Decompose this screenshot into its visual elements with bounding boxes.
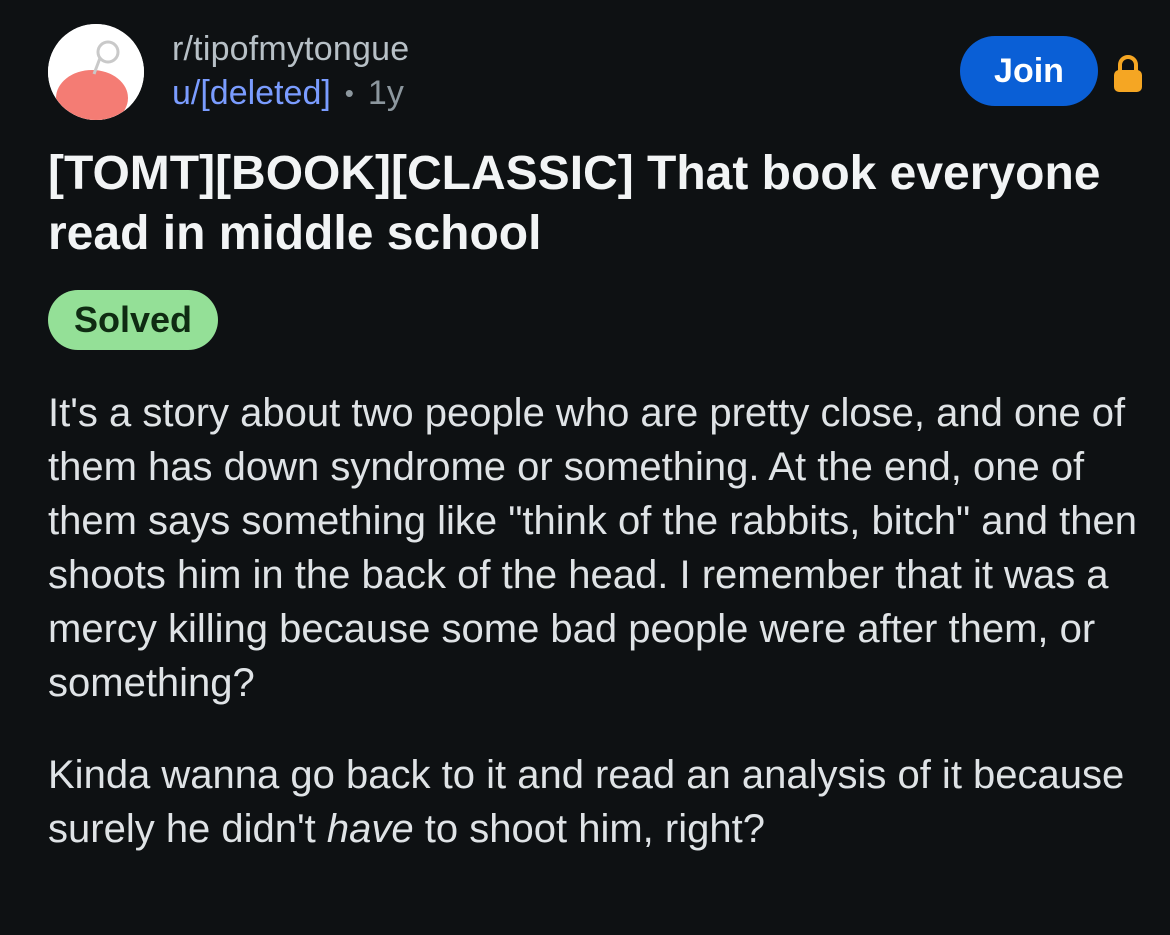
body-paragraph: It's a story about two people who are pr… [48, 391, 1137, 705]
subreddit-avatar-icon[interactable] [48, 24, 144, 120]
body-text-segment: to shoot him, right? [413, 807, 765, 851]
meta-separator: • [344, 78, 354, 108]
join-button[interactable]: Join [960, 36, 1098, 106]
body-paragraph: Kinda wanna go back to it and read an an… [48, 748, 1138, 856]
post-title[interactable]: [TOMT][BOOK][CLASSIC] That book everyone… [48, 144, 1128, 264]
post-meta: u/[deleted] • 1y [172, 74, 404, 113]
lock-icon [1114, 55, 1142, 92]
post-body: It's a story about two people who are pr… [48, 386, 1138, 894]
flair-badge[interactable]: Solved [48, 290, 219, 350]
subreddit-name[interactable]: r/tipofmytongue [172, 30, 409, 69]
emphasized-text: have [326, 807, 414, 851]
post-age: 1y [367, 74, 404, 112]
post-header: r/tipofmytongue u/[deleted] • 1y Join [48, 22, 1148, 122]
author-link[interactable]: u/[deleted] [172, 74, 331, 113]
